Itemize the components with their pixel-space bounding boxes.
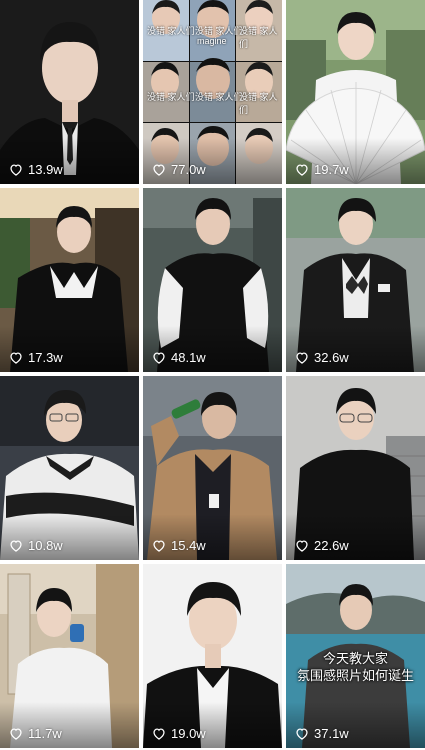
stats-gradient bbox=[286, 326, 425, 372]
like-count-label: 10.8w bbox=[28, 538, 63, 553]
like-count: 48.1w bbox=[152, 351, 206, 364]
like-count-label: 19.0w bbox=[171, 726, 206, 741]
like-count: 11.7w bbox=[9, 727, 62, 740]
like-count: 37.1w bbox=[295, 727, 349, 740]
video-thumbnail[interactable]: 48.1w bbox=[143, 188, 282, 372]
like-count-label: 15.4w bbox=[171, 538, 206, 553]
mosaic-caption: 没错 家人们 bbox=[195, 92, 243, 102]
mosaic-caption: 没错 家人们 bbox=[147, 26, 195, 36]
like-count: 15.4w bbox=[152, 539, 206, 552]
heart-icon bbox=[153, 540, 165, 552]
heart-icon bbox=[296, 164, 308, 176]
like-count: 17.3w bbox=[9, 351, 63, 364]
stats-gradient bbox=[286, 138, 425, 184]
stats-gradient bbox=[0, 702, 139, 748]
stats-gradient bbox=[0, 514, 139, 560]
stats-gradient bbox=[286, 514, 425, 560]
mosaic-caption: 没错 家人们 bbox=[239, 92, 278, 115]
heart-icon bbox=[296, 352, 308, 364]
heart-icon bbox=[10, 540, 22, 552]
like-count-label: 19.7w bbox=[314, 162, 349, 177]
video-caption: 今天教大家 氛围感照片如何诞生 bbox=[286, 650, 425, 684]
video-thumbnail[interactable]: 今天教大家 氛围感照片如何诞生 37.1w bbox=[286, 564, 425, 748]
heart-icon bbox=[10, 352, 22, 364]
video-thumbnail[interactable]: 22.6w bbox=[286, 376, 425, 560]
stats-gradient bbox=[0, 326, 139, 372]
heart-icon bbox=[296, 728, 308, 740]
like-count-label: 32.6w bbox=[314, 350, 349, 365]
caption-line-1: 今天教大家 bbox=[322, 651, 388, 666]
like-count-label: 13.9w bbox=[28, 162, 63, 177]
mosaic-caption: 没错 家人们 bbox=[239, 26, 278, 49]
like-count: 10.8w bbox=[9, 539, 63, 552]
mosaic-logo: magine bbox=[197, 36, 227, 46]
video-thumbnail[interactable]: 32.6w bbox=[286, 188, 425, 372]
like-count: 77.0w bbox=[152, 163, 206, 176]
video-thumbnail[interactable]: 11.7w bbox=[0, 564, 139, 748]
like-count: 13.9w bbox=[9, 163, 63, 176]
heart-icon bbox=[10, 728, 22, 740]
mosaic-caption: 没错 家人们 bbox=[147, 92, 195, 102]
video-thumbnail[interactable]: 17.3w bbox=[0, 188, 139, 372]
stats-gradient bbox=[143, 702, 282, 748]
video-thumbnail[interactable]: 19.0w bbox=[143, 564, 282, 748]
like-count-label: 11.7w bbox=[28, 726, 62, 741]
like-count: 19.0w bbox=[152, 727, 206, 740]
stats-gradient bbox=[0, 138, 139, 184]
stats-gradient bbox=[143, 138, 282, 184]
like-count: 22.6w bbox=[295, 539, 349, 552]
like-count-label: 37.1w bbox=[314, 726, 349, 741]
heart-icon bbox=[10, 164, 22, 176]
stats-gradient bbox=[143, 514, 282, 560]
caption-line-2: 氛围感照片如何诞生 bbox=[296, 668, 414, 683]
like-count-label: 17.3w bbox=[28, 350, 63, 365]
stats-gradient bbox=[286, 702, 425, 748]
stats-gradient bbox=[143, 326, 282, 372]
like-count-label: 22.6w bbox=[314, 538, 349, 553]
video-thumbnail[interactable]: 10.8w bbox=[0, 376, 139, 560]
heart-icon bbox=[296, 540, 308, 552]
video-thumbnail[interactable]: 没错 家人们 没错 家人们 没错 家人们 magine 没错 家人们 没错 家人… bbox=[143, 0, 282, 184]
heart-icon bbox=[153, 352, 165, 364]
like-count-label: 77.0w bbox=[171, 162, 206, 177]
like-count: 32.6w bbox=[295, 351, 349, 364]
video-thumbnail[interactable]: 19.7w bbox=[286, 0, 425, 184]
like-count-label: 48.1w bbox=[171, 350, 206, 365]
video-thumbnail[interactable]: 13.9w bbox=[0, 0, 139, 184]
video-grid: 13.9w 没错 家人们 没错 家人们 没错 家人们 magine 没错 家人们… bbox=[0, 0, 425, 750]
like-count: 19.7w bbox=[295, 163, 349, 176]
heart-icon bbox=[153, 728, 165, 740]
video-thumbnail[interactable]: 15.4w bbox=[143, 376, 282, 560]
heart-icon bbox=[153, 164, 165, 176]
